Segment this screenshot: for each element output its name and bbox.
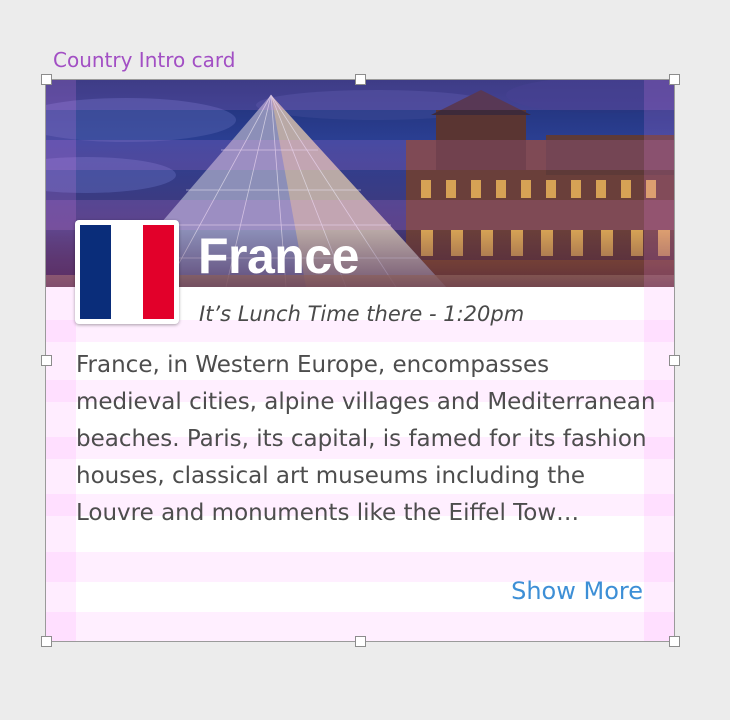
country-intro-card[interactable]: France It’s Lunch Time there - 1:20pm Fr… — [46, 80, 674, 641]
resize-handle-bottom-right[interactable] — [669, 636, 680, 647]
resize-handle-left[interactable] — [41, 355, 52, 366]
layout-guide — [46, 140, 674, 170]
flag-stripe-white — [111, 225, 143, 319]
flag-stripe-red — [142, 225, 174, 319]
resize-handle-bottom-left[interactable] — [41, 636, 52, 647]
country-description: France, in Western Europe, encompasses m… — [76, 352, 656, 526]
local-time-text: It’s Lunch Time there - 1:20pm — [199, 302, 525, 326]
resize-handle-top-left[interactable] — [41, 74, 52, 85]
show-more-link[interactable]: Show More — [511, 577, 643, 605]
resize-handle-bottom[interactable] — [355, 636, 366, 647]
flag-stripe-blue — [80, 225, 112, 319]
frame-label[interactable]: Country Intro card — [53, 48, 235, 72]
resize-handle-top[interactable] — [355, 74, 366, 85]
resize-handle-right[interactable] — [669, 355, 680, 366]
country-name: France — [198, 228, 359, 284]
flag-badge — [75, 220, 179, 324]
france-flag-icon — [80, 225, 174, 319]
resize-handle-top-right[interactable] — [669, 74, 680, 85]
